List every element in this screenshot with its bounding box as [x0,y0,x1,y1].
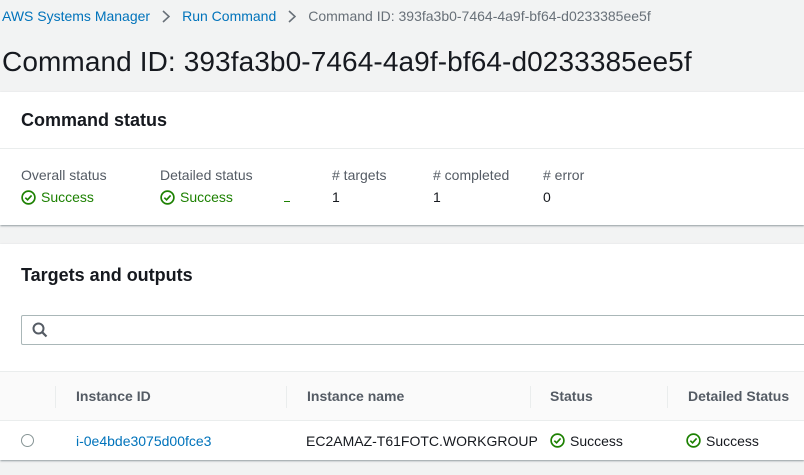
instance-name: EC2AMAZ-T61FOTC.WORKGROUP [306,432,538,449]
detailed-status-value: Success [706,432,759,449]
breadcrumb-current: Command ID: 393fa3b0-7464-4a9f-bf64-d023… [308,8,651,24]
detailed-status: Detailed status Success [160,167,253,206]
search-box[interactable] [21,315,804,345]
completed-label: # completed [433,167,510,183]
table-row[interactable]: i-0e4bde3075d00fce3 EC2AMAZ-T61FOTC.WORK… [0,421,804,460]
column-header-status[interactable]: Status [530,372,593,420]
column-header-instance-id[interactable]: Instance ID [56,372,151,420]
search-icon [32,322,48,343]
command-status-header: Command status [0,92,804,149]
chevron-right-icon [158,9,174,23]
check-circle-icon [21,189,36,205]
column-header-detailed-status[interactable]: Detailed Status [668,372,789,420]
detailed-status-label: Detailed status [160,167,253,183]
row-select-radio[interactable] [21,434,34,447]
search-input[interactable] [54,317,794,343]
detailed-status-cell: Success [686,421,759,460]
table-header: Instance ID Instance name Status Detaile… [0,371,804,421]
status-cell: Success [550,421,623,460]
command-status-panel: Command status Overall status Success De… [0,92,804,225]
targets-outputs-title: Targets and outputs [21,264,193,285]
targets-label: # targets [332,167,387,183]
status-value: Success [570,432,623,449]
check-circle-icon [160,189,175,205]
targets-count: # targets 1 [332,167,386,206]
column-header-instance-name[interactable]: Instance name [287,372,404,420]
targets-outputs-panel: Targets and outputs Instance ID Instance… [0,244,804,460]
overall-status-label: Overall status [21,167,107,183]
page-title: Command ID: 393fa3b0-7464-4a9f-bf64-d023… [2,46,692,77]
error-label: # error [543,167,585,183]
breadcrumb: AWS Systems Manager Run Command Command … [2,7,651,25]
instance-id-link[interactable]: i-0e4bde3075d00fce3 [76,433,211,449]
targets-outputs-header: Targets and outputs [0,244,804,306]
targets-value: 1 [332,189,340,205]
divider-mark [284,201,290,202]
command-status-title: Command status [21,109,168,130]
error-count: # error 0 [543,167,584,206]
check-circle-icon [686,433,701,448]
completed-count: # completed 1 [433,167,509,206]
chevron-right-icon [284,9,300,23]
error-value: 0 [543,189,551,205]
detailed-status-value: Success [180,189,233,205]
breadcrumb-link-systems-manager[interactable]: AWS Systems Manager [2,8,150,24]
overall-status-value: Success [41,189,94,205]
completed-value: 1 [433,189,441,205]
check-circle-icon [550,433,565,448]
breadcrumb-link-run-command[interactable]: Run Command [182,8,276,24]
overall-status: Overall status Success [21,167,107,206]
